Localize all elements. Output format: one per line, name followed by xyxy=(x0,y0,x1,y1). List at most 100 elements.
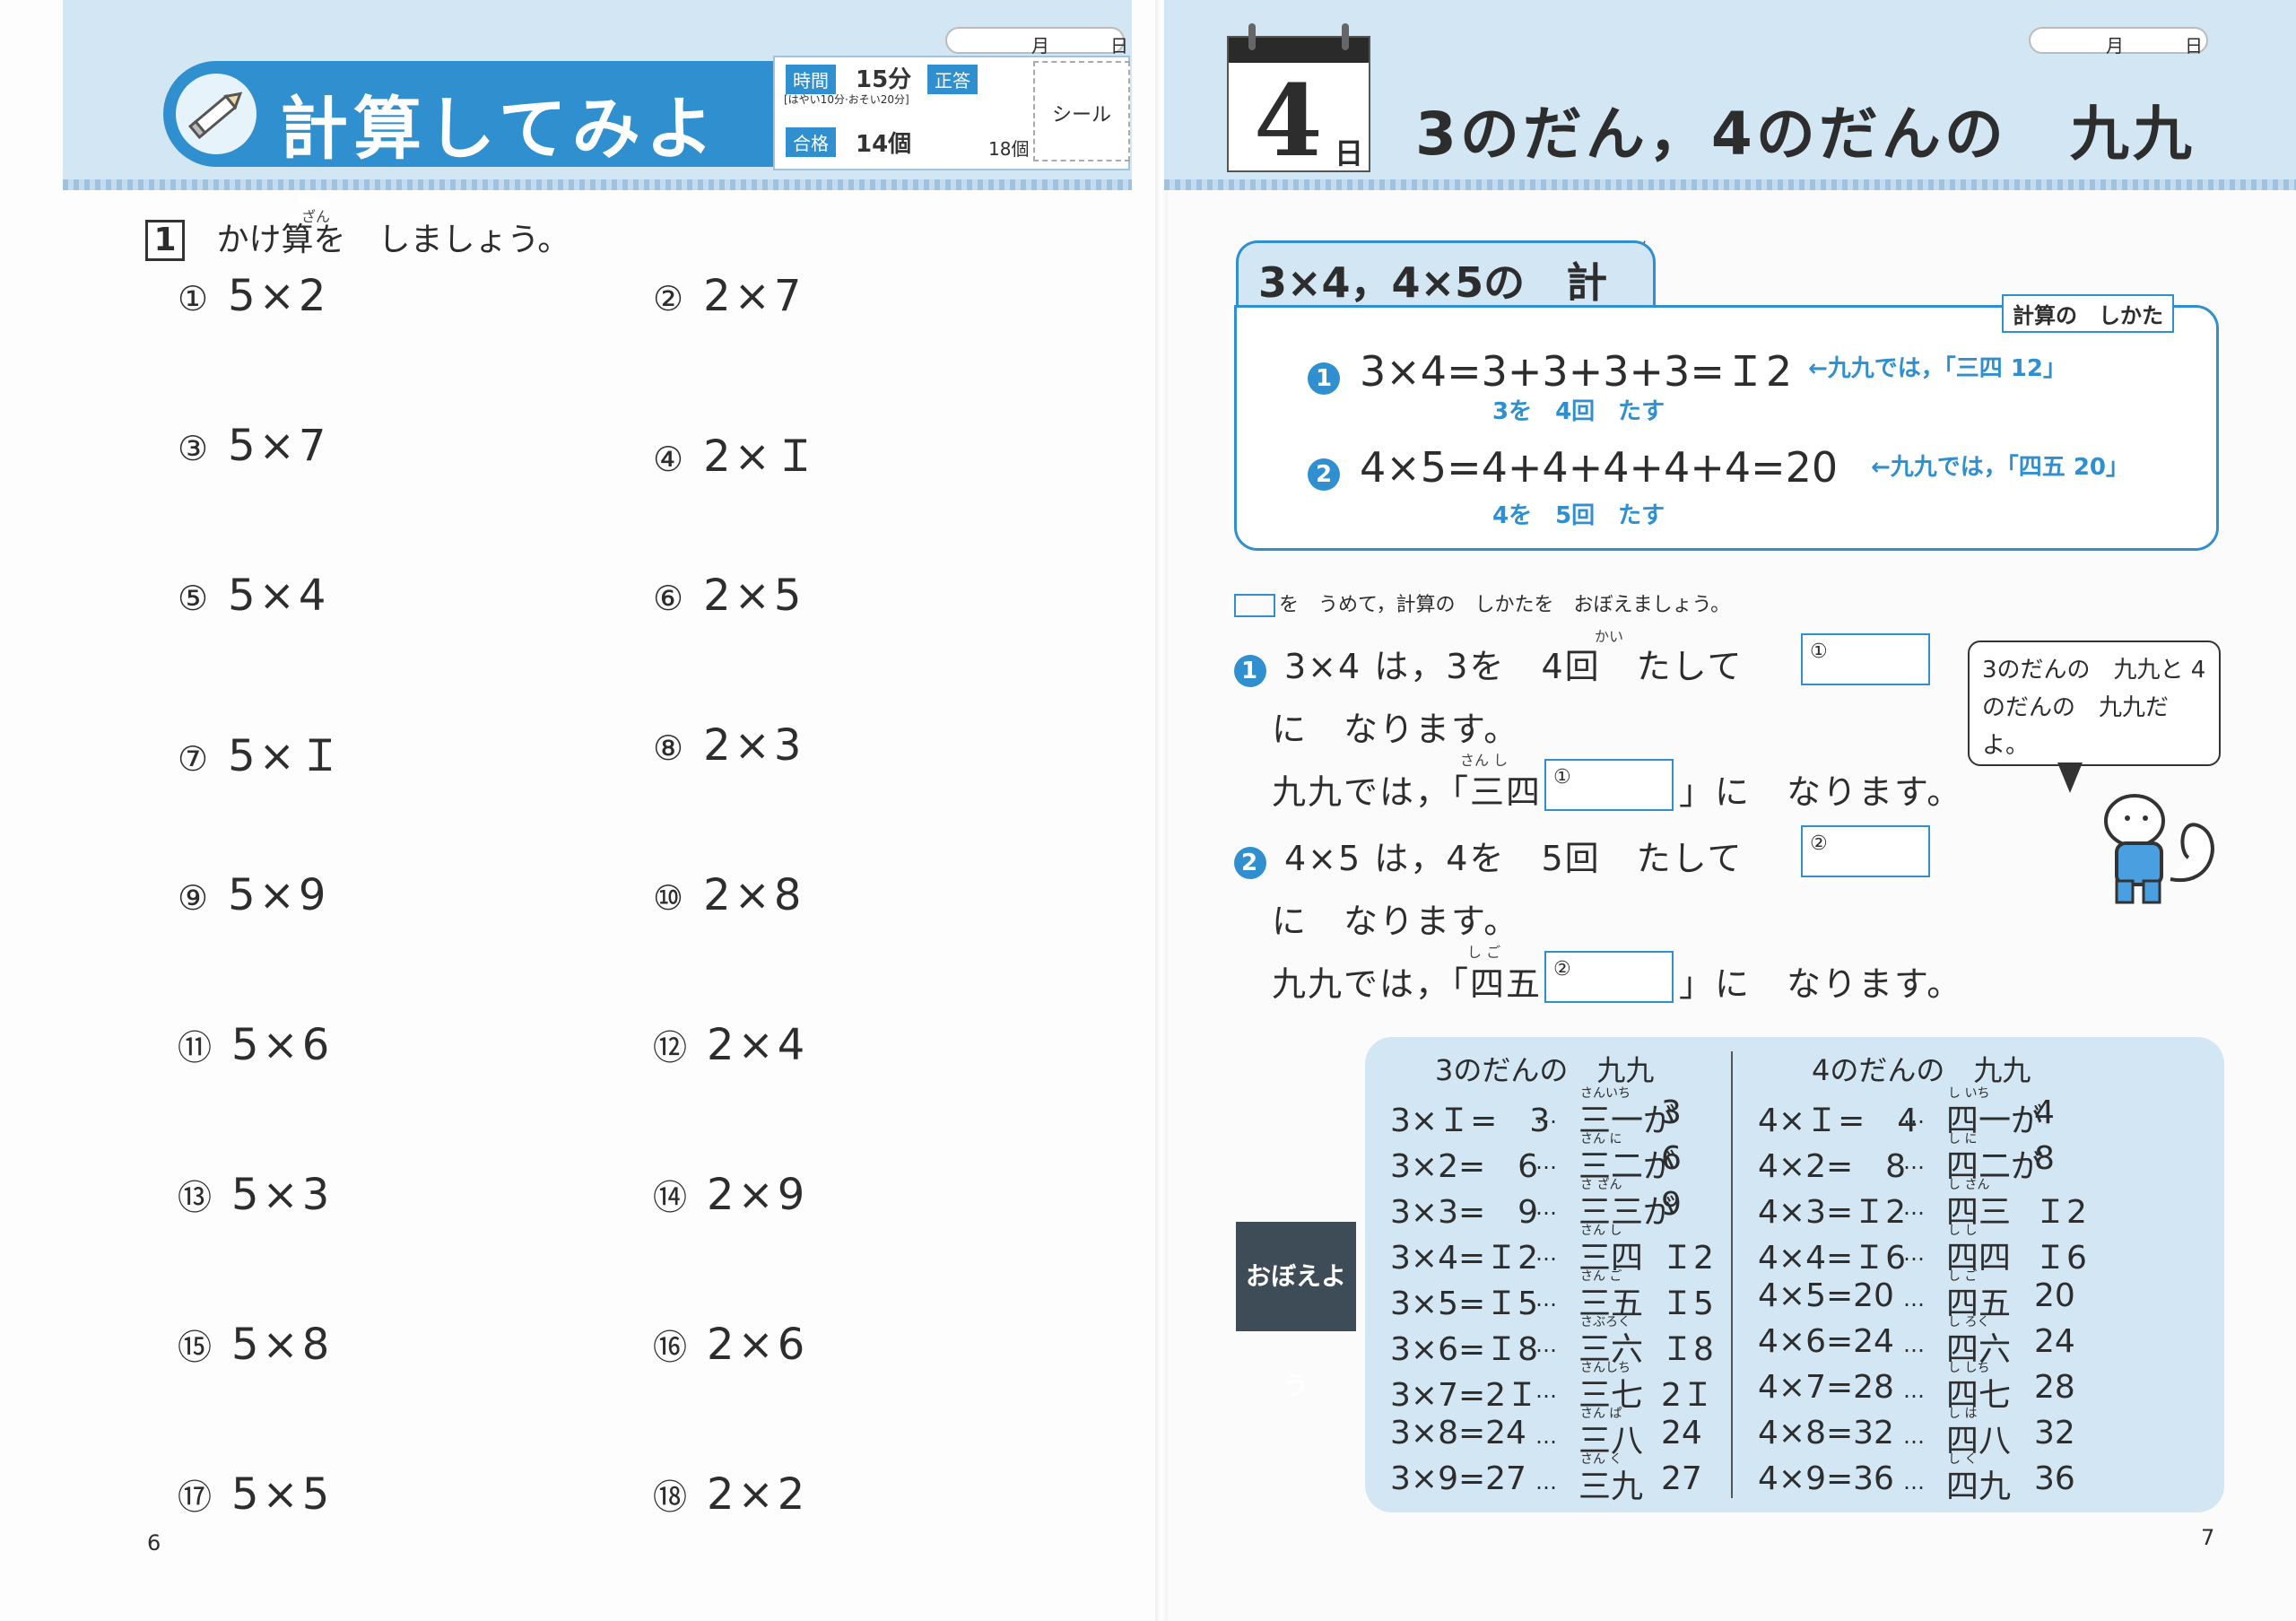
ex1-line1: 1 3×4 は，3を 4回 たして xyxy=(1234,639,1744,688)
time-tag: 時間 xyxy=(786,65,836,94)
page-number: 6 xyxy=(147,1530,161,1556)
header-edge xyxy=(1164,179,2296,190)
problem-item: ⑦ 5×Ｉ xyxy=(178,720,345,783)
kuku-equation: 4×Ｉ= 4 xyxy=(1758,1102,1918,1139)
speech-bubble: 3のだんの 九九と 4のだんの 九九だよ。 xyxy=(1968,641,2221,766)
calc-tab-title: 3×4，4×5の 計算 xyxy=(1236,240,1656,366)
ex-2-icon: 2 xyxy=(1234,847,1266,879)
sticker-box[interactable]: シール xyxy=(1033,61,1130,161)
kuku-answer: Ｉ2 xyxy=(2034,1194,2087,1231)
problem-expression: 2×7 xyxy=(703,271,805,321)
ellipsis-icon: … xyxy=(1903,1286,1925,1312)
problem-expression: 2×2 xyxy=(707,1469,809,1520)
problem-expression: 2×3 xyxy=(703,720,805,771)
problem-expression: 5×2 xyxy=(228,271,330,321)
kuku-equation: 4×9=36 xyxy=(1758,1460,1894,1497)
kuku-answer: Ｉ8 xyxy=(1661,1331,1714,1368)
problem-expression: 2×5 xyxy=(703,571,805,621)
problem-number: ④ xyxy=(653,440,688,479)
problem-item: ⑧ 2×3 xyxy=(653,720,804,771)
problem-expression: 5×5 xyxy=(231,1469,334,1520)
problem-item: ⑫ 2×4 xyxy=(653,1020,808,1070)
answer-box-1a[interactable]: ① xyxy=(1801,633,1930,685)
problem-number: ⑥ xyxy=(653,579,688,618)
problem-number: ⑭ xyxy=(653,1178,691,1217)
problem-item: ① 5×2 xyxy=(178,271,329,321)
problem-expression: 5×3 xyxy=(231,1170,334,1220)
kuku-equation: 4×4=Ｉ6 xyxy=(1758,1240,1907,1277)
ellipsis-icon: … xyxy=(1903,1149,1925,1174)
problem-expression: 2×6 xyxy=(707,1320,809,1370)
kuku-answer: 2Ｉ xyxy=(1661,1377,1714,1414)
kuku-answer: 32 xyxy=(2034,1415,2075,1451)
ex2-line3b: 」に なります。 xyxy=(1679,964,1963,1004)
problem-expression: 2×4 xyxy=(707,1020,809,1070)
ellipsis-icon: … xyxy=(1535,1149,1557,1174)
eq1-text: 3×4=3+3+3+3=Ｉ2 xyxy=(1360,347,1793,396)
calc-eq-1: 1 3×4=3+3+3+3=Ｉ2 xyxy=(1308,339,1792,398)
problem-number: ⑫ xyxy=(653,1028,691,1068)
kuku-answer: 8 xyxy=(2034,1140,2055,1177)
date-field[interactable]: 月 日 xyxy=(945,27,1128,57)
eq2-text: 4×5=4+4+4+4+4=20 xyxy=(1360,443,1839,492)
question-text: かけ算を しましょう。 xyxy=(216,222,570,258)
kuku-equation: 3×8=24 xyxy=(1390,1415,1526,1451)
kuku-reading: 三九 xyxy=(1578,1468,1644,1505)
problem-item: ④ 2×Ｉ xyxy=(653,421,821,484)
ellipsis-icon: … xyxy=(1903,1195,1925,1220)
instruction: を うめて，計算の しかたを おぼえましょう。 xyxy=(1234,588,1730,617)
problem-item: ⑭ 2×9 xyxy=(653,1170,808,1220)
kuku-equation: 4×6=24 xyxy=(1758,1323,1894,1360)
problem-expression: 5×7 xyxy=(228,421,330,471)
total-count: 18個 xyxy=(988,138,1030,160)
problem-number: ⑦ xyxy=(178,739,213,779)
ellipsis-icon: … xyxy=(1903,1378,1925,1403)
ellipsis-icon: … xyxy=(1903,1103,1925,1129)
ellipsis-icon: … xyxy=(1903,1424,1925,1449)
kuku-answer: Ｉ6 xyxy=(2034,1240,2087,1277)
calc-eq-2: 2 4×5=4+4+4+4+4=20 xyxy=(1308,443,1838,492)
ellipsis-icon: … xyxy=(1535,1103,1557,1129)
problem-item: ⑮ 5×8 xyxy=(178,1320,333,1370)
problem-item: ⑤ 5×4 xyxy=(178,571,329,621)
date-field[interactable]: 月 日 xyxy=(2029,27,2208,57)
ellipsis-icon: … xyxy=(1535,1469,1557,1495)
pencil-icon xyxy=(176,74,257,154)
problem-item: ⑨ 5×9 xyxy=(178,870,329,920)
ellipsis-icon: … xyxy=(1535,1195,1557,1220)
instruction-text: を うめて，計算の しかたを おぼえましょう。 xyxy=(1279,594,1731,616)
kuku-equation: 4×8=32 xyxy=(1758,1415,1894,1451)
answer-box-2a[interactable]: ② xyxy=(1801,825,1930,877)
eq1-note: ←九九では，「三四 12」 xyxy=(1808,355,2067,382)
ellipsis-icon: … xyxy=(1535,1241,1557,1266)
kuku-answer: 9 xyxy=(1661,1186,1682,1223)
kuku-reading: 四九 xyxy=(1946,1468,2012,1505)
lesson-title: 3のだん，4のだんの 九九 xyxy=(1415,100,2196,169)
memorize-badge: おぼえよう xyxy=(1236,1222,1356,1400)
answer-box-1b[interactable]: ① xyxy=(1544,759,1674,811)
kuku-equation: 3×5=Ｉ5 xyxy=(1390,1285,1539,1322)
kuku-equation: 3×7=2Ｉ xyxy=(1390,1377,1539,1414)
problem-number: ⑩ xyxy=(653,878,688,918)
kuku-equation: 3×4=Ｉ2 xyxy=(1390,1240,1539,1277)
problem-item: ⑩ 2×8 xyxy=(653,870,804,920)
month-label: 月 xyxy=(2106,35,2124,57)
ellipsis-icon: … xyxy=(1535,1378,1557,1403)
problem-expression: 2×9 xyxy=(707,1170,809,1220)
problem-item: ⑬ 5×3 xyxy=(178,1170,333,1220)
head-4-dan: 4のだんの 九九 xyxy=(1812,1053,2031,1087)
problem-number: ⑪ xyxy=(178,1028,216,1068)
kuku-answer: 4 xyxy=(2034,1094,2055,1131)
kuku-equation: 4×5=20 xyxy=(1758,1277,1894,1314)
ex1-line3a: 九九では，「三四 xyxy=(1272,772,1543,812)
kuku-equation: 3×2= 6 xyxy=(1390,1148,1539,1185)
answer-box-2b[interactable]: ② xyxy=(1544,951,1674,1003)
item-1-icon: 1 xyxy=(1308,362,1340,395)
problem-number: ⑧ xyxy=(653,728,688,768)
problem-expression: 5×4 xyxy=(228,571,330,621)
ellipsis-icon: … xyxy=(1903,1332,1925,1357)
kuku-answer: 6 xyxy=(1661,1140,1682,1177)
day-suffix: 日 xyxy=(1335,136,1364,170)
day-label: 日 xyxy=(1110,35,1128,57)
ellipsis-icon: … xyxy=(1535,1424,1557,1449)
